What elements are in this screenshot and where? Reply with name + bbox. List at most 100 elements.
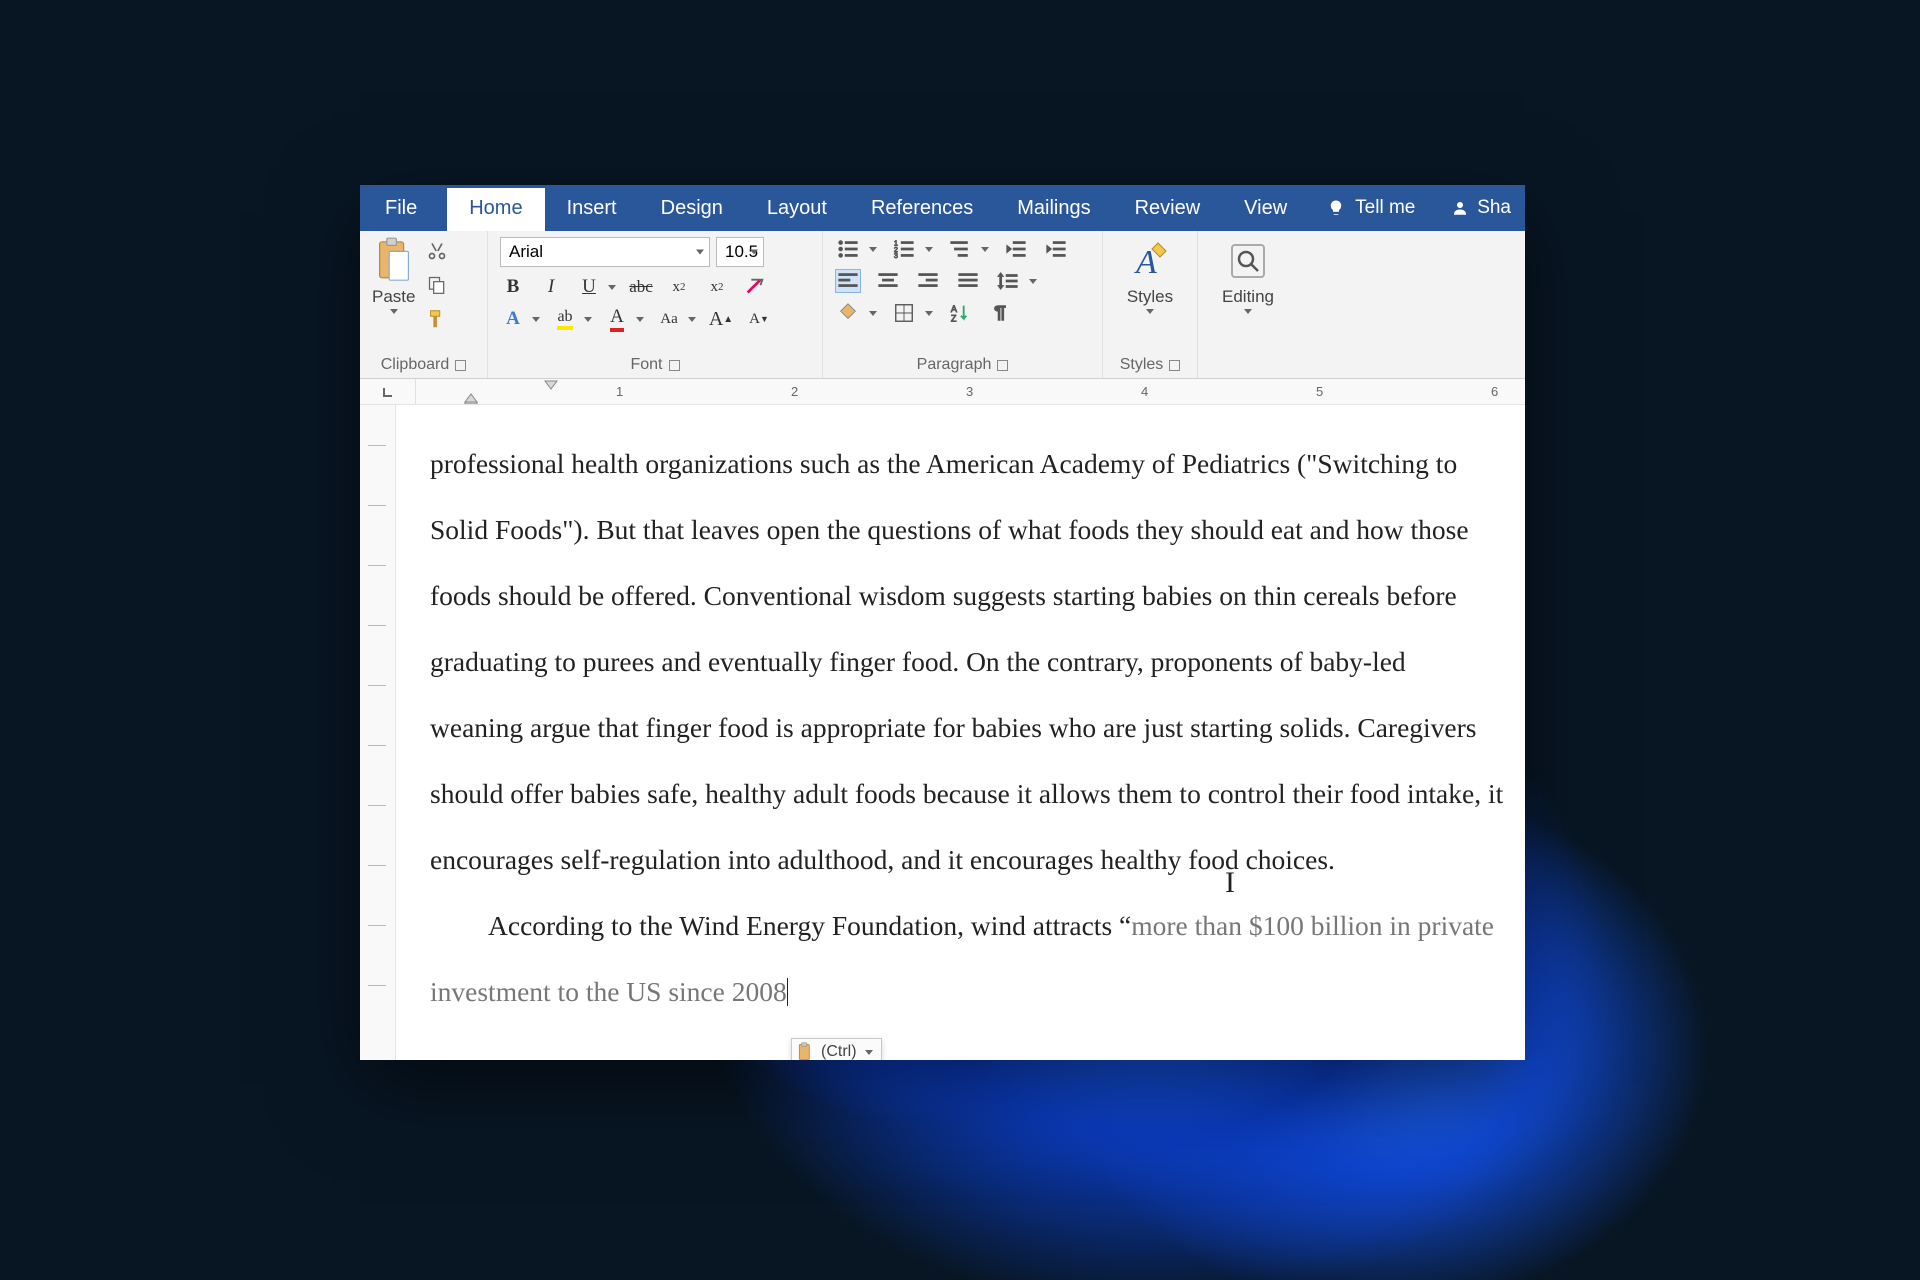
grow-font-button[interactable]: A▲ — [708, 307, 734, 331]
svg-text:Z: Z — [951, 313, 957, 323]
bullets-button[interactable] — [835, 237, 861, 261]
clipboard-dialog-launcher[interactable] — [455, 360, 466, 371]
align-left-button[interactable] — [835, 269, 861, 293]
shading-menu[interactable] — [869, 311, 877, 316]
change-case-button[interactable]: Aa — [656, 307, 682, 331]
decrease-indent-button[interactable] — [1003, 237, 1029, 261]
strikethrough-button[interactable]: abc — [628, 275, 654, 299]
word-window: File Home Insert Design Layout Reference… — [360, 185, 1525, 1060]
share-label: Sha — [1477, 197, 1511, 219]
show-marks-button[interactable] — [987, 301, 1013, 325]
ruler-tick-5: 5 — [1316, 384, 1323, 399]
paste-options-popup[interactable]: (Ctrl) — [791, 1038, 882, 1060]
underline-button[interactable]: U — [576, 275, 602, 299]
highlight-menu[interactable] — [584, 317, 592, 322]
paragraph-dialog-launcher[interactable] — [997, 360, 1008, 371]
underline-menu[interactable] — [608, 285, 616, 290]
bold-button[interactable]: B — [500, 275, 526, 299]
subscript-button[interactable]: x2 — [666, 275, 692, 299]
borders-button[interactable] — [891, 301, 917, 325]
ribbon-tabs: File Home Insert Design Layout Reference… — [360, 185, 1525, 231]
paste-options-label: (Ctrl) — [821, 1043, 857, 1060]
svg-text:3: 3 — [894, 251, 898, 260]
group-styles: A Styles Styles — [1103, 231, 1198, 378]
find-icon — [1227, 239, 1269, 287]
bullets-menu[interactable] — [869, 247, 877, 252]
ruler-tick-1: 1 — [616, 384, 623, 399]
paragraph-1[interactable]: professional health organizations such a… — [430, 431, 1505, 893]
paste-button[interactable]: Paste — [372, 235, 421, 314]
line-spacing-menu[interactable] — [1029, 279, 1037, 284]
tab-mailings[interactable]: Mailings — [995, 185, 1112, 231]
increase-indent-button[interactable] — [1043, 237, 1069, 261]
ribbon-body: Paste Clipboard — [360, 231, 1525, 379]
tab-insert[interactable]: Insert — [545, 185, 639, 231]
ruler-tick-6: 6 — [1491, 384, 1498, 399]
vertical-ruler[interactable] — [360, 405, 396, 1060]
tab-file[interactable]: File — [360, 185, 447, 231]
font-name-combo[interactable]: Arial — [500, 237, 710, 267]
paragraph-2[interactable]: According to the Wind Energy Foundation,… — [430, 893, 1505, 1025]
first-line-indent-marker[interactable] — [544, 380, 558, 390]
multilevel-menu[interactable] — [981, 247, 989, 252]
paragraph-group-label: Paragraph — [917, 356, 992, 374]
superscript-button[interactable]: x2 — [704, 275, 730, 299]
tab-selector[interactable] — [360, 379, 416, 404]
tab-design[interactable]: Design — [639, 185, 745, 231]
ruler-tick-2: 2 — [791, 384, 798, 399]
multilevel-list-button[interactable] — [947, 237, 973, 261]
tab-home[interactable]: Home — [447, 185, 544, 231]
para2-typed: According to the Wind Energy Foundation,… — [488, 910, 1131, 941]
text-cursor — [787, 978, 788, 1006]
tab-review[interactable]: Review — [1113, 185, 1223, 231]
numbering-menu[interactable] — [925, 247, 933, 252]
horizontal-ruler[interactable]: 1 2 3 4 5 6 — [360, 379, 1525, 405]
font-dialog-launcher[interactable] — [669, 360, 680, 371]
font-size-combo[interactable]: 10.5 — [716, 237, 764, 267]
italic-button[interactable]: I — [538, 275, 564, 299]
tab-layout[interactable]: Layout — [745, 185, 849, 231]
paste-options-caret[interactable] — [865, 1050, 873, 1055]
tell-me-search[interactable]: Tell me — [1309, 185, 1433, 231]
align-center-button[interactable] — [875, 269, 901, 293]
line-spacing-button[interactable] — [995, 269, 1021, 293]
styles-dialog-launcher[interactable] — [1169, 360, 1180, 371]
group-font: Arial 10.5 B I U abc x2 x2 A ab A Aa — [488, 231, 823, 378]
document-area: professional health organizations such a… — [360, 405, 1525, 1060]
justify-button[interactable] — [955, 269, 981, 293]
copy-button[interactable] — [425, 273, 449, 297]
change-case-menu[interactable] — [688, 317, 696, 322]
align-right-button[interactable] — [915, 269, 941, 293]
group-editing: Editing — [1198, 231, 1298, 378]
styles-icon: A — [1129, 239, 1171, 287]
format-painter-button[interactable] — [425, 307, 449, 331]
text-effects-menu[interactable] — [532, 317, 540, 322]
editing-button[interactable]: Editing — [1212, 235, 1284, 318]
share-button[interactable]: Sha — [1437, 185, 1525, 231]
document-page[interactable]: professional health organizations such a… — [396, 405, 1525, 1060]
highlight-button[interactable]: ab — [552, 307, 578, 331]
document-text[interactable]: professional health organizations such a… — [430, 431, 1505, 1025]
group-paragraph: 123 AZ Para — [823, 231, 1103, 378]
font-color-menu[interactable] — [636, 317, 644, 322]
font-color-button[interactable]: A — [604, 307, 630, 331]
shading-button[interactable] — [835, 301, 861, 325]
text-effects-button[interactable]: A — [500, 307, 526, 331]
styles-button[interactable]: A Styles — [1117, 235, 1183, 318]
tab-view[interactable]: View — [1222, 185, 1309, 231]
paste-options-icon — [797, 1042, 815, 1060]
borders-menu[interactable] — [925, 311, 933, 316]
shrink-font-button[interactable]: A▼ — [746, 307, 772, 331]
lightbulb-icon — [1327, 199, 1345, 217]
ruler-tick-4: 4 — [1141, 384, 1148, 399]
hanging-indent-marker[interactable] — [464, 392, 478, 404]
tell-me-label: Tell me — [1355, 197, 1415, 219]
sort-button[interactable]: AZ — [947, 301, 973, 325]
numbering-button[interactable]: 123 — [891, 237, 917, 261]
share-icon — [1451, 199, 1469, 217]
paste-label: Paste — [372, 287, 415, 307]
cut-button[interactable] — [425, 239, 449, 263]
clear-formatting-button[interactable] — [742, 275, 768, 299]
tab-references[interactable]: References — [849, 185, 995, 231]
font-group-label: Font — [630, 356, 662, 374]
